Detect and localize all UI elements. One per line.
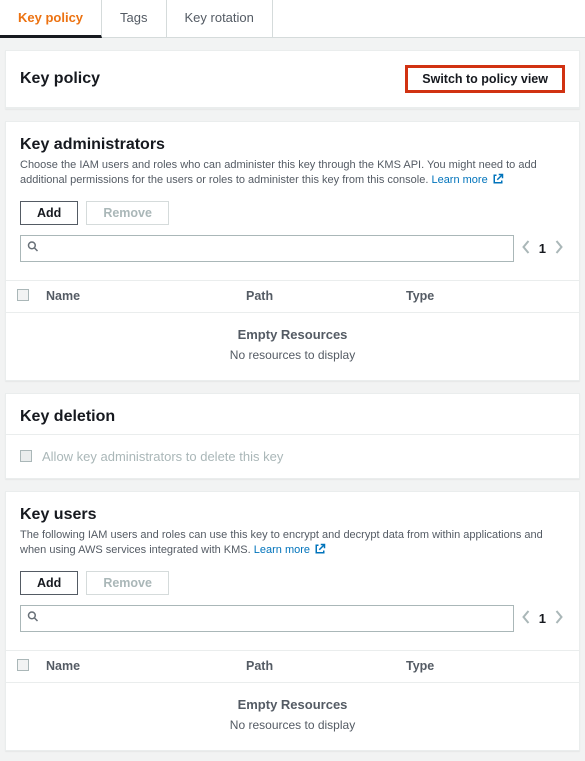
tab-tags[interactable]: Tags — [102, 0, 166, 37]
tab-key-rotation[interactable]: Key rotation — [167, 0, 273, 37]
key-users-panel: Key users The following IAM users and ro… — [5, 491, 580, 751]
user-page-number: 1 — [539, 611, 546, 626]
remove-user-button[interactable]: Remove — [86, 571, 169, 595]
user-empty-state: Empty Resources No resources to display — [6, 683, 579, 750]
remove-admin-button[interactable]: Remove — [86, 201, 169, 225]
chevron-left-icon — [522, 240, 531, 254]
admin-page-number: 1 — [539, 241, 546, 256]
add-user-button[interactable]: Add — [20, 571, 78, 595]
learn-more-label-users: Learn more — [254, 544, 310, 556]
add-admin-button[interactable]: Add — [20, 201, 78, 225]
search-icon — [27, 241, 39, 256]
user-prev-page[interactable] — [520, 610, 533, 627]
search-icon — [27, 611, 39, 626]
admin-table-header: Name Path Type — [6, 280, 579, 313]
user-next-page[interactable] — [552, 610, 565, 627]
chevron-right-icon — [554, 610, 563, 624]
key-users-title: Key users — [20, 506, 565, 524]
learn-more-link[interactable]: Learn more — [431, 174, 503, 186]
user-col-type[interactable]: Type — [406, 659, 579, 673]
user-table-header: Name Path Type — [6, 650, 579, 683]
key-users-desc: The following IAM users and roles can us… — [20, 528, 565, 561]
learn-more-label: Learn more — [431, 174, 487, 186]
key-policy-panel: Key policy Switch to policy view — [5, 50, 580, 109]
key-administrators-title: Key administrators — [20, 136, 565, 154]
admin-select-all-checkbox[interactable] — [17, 289, 29, 301]
allow-delete-label: Allow key administrators to delete this … — [42, 449, 283, 464]
admin-empty-sub: No resources to display — [6, 348, 579, 362]
admin-empty-title: Empty Resources — [6, 327, 579, 342]
chevron-right-icon — [554, 240, 563, 254]
admin-search-input[interactable] — [20, 235, 514, 262]
admin-prev-page[interactable] — [520, 240, 533, 257]
admin-col-name[interactable]: Name — [40, 289, 246, 303]
user-select-all-checkbox[interactable] — [17, 659, 29, 671]
key-policy-header: Key policy Switch to policy view — [6, 51, 579, 108]
chevron-left-icon — [522, 610, 531, 624]
user-empty-title: Empty Resources — [6, 697, 579, 712]
external-link-icon — [314, 543, 326, 560]
admin-next-page[interactable] — [552, 240, 565, 257]
learn-more-link-users[interactable]: Learn more — [254, 544, 326, 556]
user-col-path[interactable]: Path — [246, 659, 406, 673]
user-col-name[interactable]: Name — [40, 659, 246, 673]
external-link-icon — [492, 173, 504, 190]
admin-pager: 1 — [520, 240, 565, 257]
admin-empty-state: Empty Resources No resources to display — [6, 313, 579, 380]
key-policy-title: Key policy — [20, 70, 100, 88]
user-pager: 1 — [520, 610, 565, 627]
tabs: Key policy Tags Key rotation — [0, 0, 585, 38]
admin-col-path[interactable]: Path — [246, 289, 406, 303]
admin-col-type[interactable]: Type — [406, 289, 579, 303]
key-deletion-title: Key deletion — [20, 408, 565, 426]
user-search-input[interactable] — [20, 605, 514, 632]
switch-to-policy-view-button[interactable]: Switch to policy view — [405, 65, 565, 93]
key-administrators-desc: Choose the IAM users and roles who can a… — [20, 158, 565, 191]
tab-key-policy[interactable]: Key policy — [0, 0, 102, 38]
key-administrators-panel: Key administrators Choose the IAM users … — [5, 121, 580, 381]
allow-delete-checkbox[interactable] — [20, 450, 32, 462]
key-deletion-panel: Key deletion Allow key administrators to… — [5, 393, 580, 479]
user-empty-sub: No resources to display — [6, 718, 579, 732]
